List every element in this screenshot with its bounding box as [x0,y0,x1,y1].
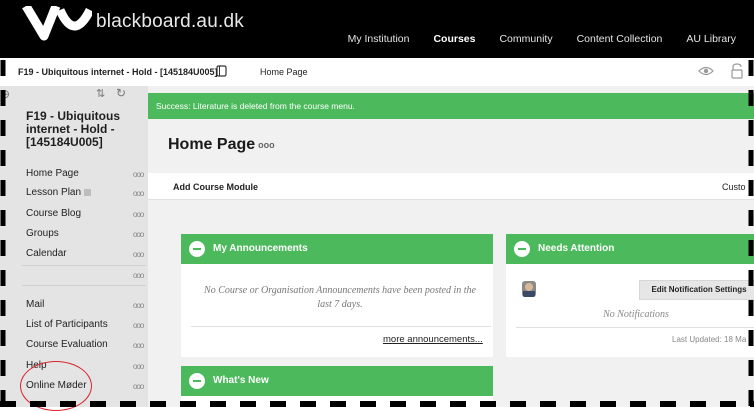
sidebar-item-label: Lesson Plan [26,187,82,198]
nav-au-library[interactable]: AU Library [686,33,736,45]
collapse-icon[interactable] [189,373,205,389]
sidebar-item-list-of-participants[interactable]: List of Participants [26,319,108,330]
success-message: Success: Literature is deleted from the … [156,101,355,111]
page-options-icon[interactable]: ooo [258,140,275,150]
item-options-icon[interactable]: ooo [133,250,144,259]
item-options-icon[interactable]: ooo [133,210,144,219]
refresh-icon[interactable]: ↻ [116,86,126,100]
menu-divider [22,265,146,266]
whats-new-module: What's New [181,366,493,407]
module-header: My Announcements [181,234,493,264]
announcements-empty-text: No Course or Organisation Announcements … [204,285,476,310]
sidebar-item-home-page[interactable]: Home Page [26,168,79,179]
add-menu-item-icon[interactable]: ⊕ [0,87,10,101]
nav-courses[interactable]: Courses [433,33,475,45]
red-annotation-circle [20,361,92,411]
course-menu: ⊕ ⇅ ↻ F19 - Ubiquitous internet - Hold -… [0,86,148,407]
menu-divider [22,285,146,286]
avatar [522,281,536,297]
last-updated-text: Last Updated: 18 Ma [672,335,747,344]
sidebar-item-groups[interactable]: Groups [26,228,59,239]
edit-notification-settings-button[interactable]: Edit Notification Settings [639,280,754,300]
item-options-icon[interactable]: ooo [133,321,144,330]
divider [191,326,491,327]
item-options-icon[interactable]: ooo [133,362,144,371]
hidden-item-icon [84,188,92,196]
main-content: Success: Literature is deleted from the … [148,86,754,407]
module-header: What's New [181,366,493,396]
edit-mode-lock-icon[interactable] [730,63,744,79]
divider [516,327,754,328]
sidebar-item-mail[interactable]: Mail [26,299,44,310]
add-course-module-button[interactable]: Add Course Module [173,182,258,192]
more-announcements-link[interactable]: more announcements... [383,334,483,345]
sidebar-item-lesson-plan[interactable]: Lesson Plan [26,187,92,198]
breadcrumb: F19 - Ubiquitous internet - Hold - [1451… [0,58,754,87]
customize-button[interactable]: Custo [722,182,746,192]
announcements-module: My Announcements No Course or Organisati… [181,234,493,357]
page-title: Home Page ooo [168,136,275,154]
page-title-text: Home Page [168,136,256,153]
au-logo-icon[interactable] [22,6,92,46]
nav-my-institution[interactable]: My Institution [348,33,410,45]
nav-community[interactable]: Community [499,33,552,45]
item-options-icon[interactable]: ooo [133,230,144,239]
breadcrumb-course[interactable]: F19 - Ubiquitous internet - Hold - [1451… [18,67,218,77]
main-nav: My Institution Courses Community Content… [348,33,736,45]
sidebar-item-calendar[interactable]: Calendar [26,248,67,259]
collapse-icon[interactable] [189,241,205,257]
item-options-icon[interactable]: ooo [133,189,144,198]
no-notifications-text: No Notifications [603,309,669,320]
course-title[interactable]: F19 - Ubiquitous internet - Hold - [1451… [26,110,141,149]
reorder-icon[interactable]: ⇅ [96,87,105,100]
site-name[interactable]: blackboard.au.dk [96,11,244,33]
breadcrumb-page[interactable]: Home Page [260,67,308,77]
module-header: Needs Attention [506,234,754,264]
sidebar-item-course-blog[interactable]: Course Blog [26,208,81,219]
sidebar-item-course-evaluation[interactable]: Course Evaluation [26,339,108,350]
needs-attention-module: Needs Attention Edit Notification Settin… [506,234,754,357]
action-bar: Add Course Module Custo [148,173,754,200]
success-banner: Success: Literature is deleted from the … [148,93,754,119]
module-title: What's New [213,375,269,386]
nav-content-collection[interactable]: Content Collection [577,33,663,45]
course-menu-icon[interactable] [216,65,228,77]
collapse-icon[interactable] [514,241,530,257]
item-options-icon[interactable]: ooo [133,271,144,280]
course-menu-toolbar: ⊕ ⇅ ↻ [0,86,148,102]
student-preview-icon[interactable] [698,64,714,78]
top-header: blackboard.au.dk My Institution Courses … [0,0,754,58]
module-title: My Announcements [213,243,308,254]
module-title: Needs Attention [538,243,615,254]
item-options-icon[interactable]: ooo [133,382,144,391]
item-options-icon[interactable]: ooo [133,170,144,179]
item-options-icon[interactable]: ooo [133,301,144,310]
item-options-icon[interactable]: ooo [133,341,144,350]
